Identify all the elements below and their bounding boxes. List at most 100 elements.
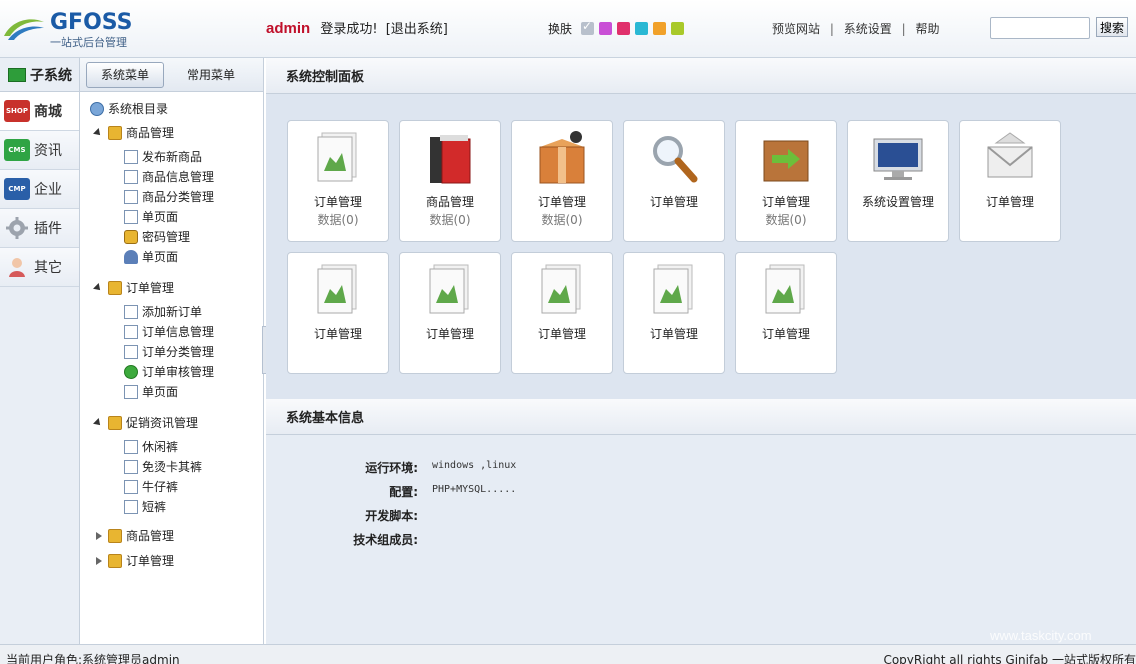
expand-arrow-icon [93, 127, 103, 138]
document-chart-icon [317, 132, 357, 182]
tree-item-label: 短裤 [142, 500, 167, 514]
subsystem-rail: 子系统 SHOP 商城 CMS 资讯 CMP 企业 插件 其它 [0, 58, 80, 644]
skin-swatch-orange[interactable] [653, 22, 667, 35]
dashboard-tile[interactable]: 订单管理 [511, 252, 613, 374]
add-document-icon [124, 149, 138, 164]
tile-title: 订单管理 [649, 195, 698, 209]
rail-item-shop[interactable]: SHOP 商城 [0, 92, 79, 131]
tree-item[interactable]: 商品信息管理 [124, 168, 214, 185]
tile-title: 订单管理 [985, 195, 1034, 209]
folder-icon [108, 280, 122, 295]
tree-item[interactable]: 牛仔裤 [124, 478, 178, 495]
expand-arrow-icon [93, 282, 103, 293]
tile-title: 订单管理 [761, 195, 810, 209]
info-row: 技术组成员: [266, 531, 432, 548]
rail-item-cms[interactable]: CMS 资讯 [0, 131, 79, 170]
tree-group-label: 商品管理 [126, 126, 175, 140]
dashboard-tile[interactable]: 商品管理 数据(0) [399, 120, 501, 242]
help-link[interactable]: 帮助 [915, 22, 939, 36]
logo-swoosh-icon [4, 19, 44, 40]
tree-item[interactable]: 单页面 [124, 383, 178, 400]
page-icon [124, 439, 138, 454]
tree-item[interactable]: 订单信息管理 [124, 323, 214, 340]
tree-item-label: 免烫卡其裤 [142, 460, 203, 474]
tree-item-label: 商品分类管理 [142, 190, 215, 204]
dashboard-tile[interactable]: 系统设置管理 [847, 120, 949, 242]
tree-root[interactable]: 系统根目录 [90, 100, 168, 117]
search-input[interactable] [990, 17, 1090, 39]
rail-item-plugins[interactable]: 插件 [0, 209, 79, 248]
page-icon [124, 459, 138, 474]
tile-title: 订单管理 [313, 195, 362, 209]
skin-swatch-pink[interactable] [617, 22, 631, 35]
rail-item-other[interactable]: 其它 [0, 248, 79, 287]
skin-swatch-grey[interactable] [581, 19, 595, 35]
tree-group[interactable]: 订单管理 [93, 279, 174, 296]
page-icon [124, 384, 138, 399]
rail-item-label: 其它 [34, 260, 62, 276]
preview-site-link[interactable]: 预览网站 [772, 22, 820, 36]
tree-item[interactable]: 短裤 [124, 498, 166, 515]
tree-item[interactable]: 发布新商品 [124, 148, 202, 165]
status-copyright: CopyRight all rights Ginifab 一站式版权所有 [883, 653, 1136, 664]
skin-label: 换肤 [548, 22, 573, 36]
package-arrows-icon [763, 140, 809, 182]
link-separator: | [829, 22, 834, 36]
tree-item[interactable]: 单页面 [124, 208, 178, 225]
skin-swatch-green[interactable] [671, 22, 685, 35]
document-chart-icon [653, 264, 693, 314]
tree-group[interactable]: 商品管理 [93, 124, 175, 141]
dashboard-tile[interactable]: 订单管理 数据(0) [287, 120, 389, 242]
logout-link[interactable]: [退出系统] [386, 22, 448, 37]
tab-common-menu[interactable]: 常用菜单 [172, 62, 250, 88]
tree-item[interactable]: 订单分类管理 [124, 343, 214, 360]
logo: GFOSS 一站式后台管理 [0, 4, 140, 52]
skin-swatch-purple[interactable] [599, 22, 613, 35]
main-content: 系统控制面板 订单管理 数据(0) 商品管理 数据(0) 订单管理 数据(0) … [266, 58, 1136, 645]
top-header: GFOSS 一站式后台管理 admin 登录成功! [退出系统] 换肤 预览网站… [0, 0, 1136, 58]
shop-icon: SHOP [4, 100, 30, 122]
tree-group[interactable]: 促销资讯管理 [93, 414, 198, 431]
tree-item-label: 牛仔裤 [142, 480, 179, 494]
page-icon [124, 479, 138, 494]
search-button[interactable]: 搜索 [1096, 17, 1128, 37]
tree-item-label: 休闲裤 [142, 440, 179, 454]
envelope-icon [987, 132, 1033, 178]
dashboard-tile[interactable]: 订单管理 数据(0) [511, 120, 613, 242]
dashboard-tile[interactable]: 订单管理 数据(0) [735, 120, 837, 242]
expand-arrow-icon [93, 417, 103, 428]
tree-group[interactable]: 商品管理 [96, 527, 174, 544]
tree-item[interactable]: 单页面 [124, 248, 178, 265]
info-row: 配置: PHP+MYSQL..... [266, 483, 516, 500]
folder-icon [108, 415, 122, 430]
monitor-icon [873, 138, 923, 180]
folder-icon [108, 528, 122, 543]
edit-icon [124, 344, 138, 359]
edit-icon [124, 189, 138, 204]
subsystem-header: 子系统 [0, 58, 79, 92]
dashboard-tile[interactable]: 订单管理 [959, 120, 1061, 242]
dashboard-tile[interactable]: 订单管理 [287, 252, 389, 374]
dashboard-tile[interactable]: 订单管理 [735, 252, 837, 374]
tree-group[interactable]: 订单管理 [96, 552, 174, 569]
tree-item[interactable]: 商品分类管理 [124, 188, 214, 205]
dashboard-tile[interactable]: 订单管理 [623, 252, 725, 374]
tree-item[interactable]: 密码管理 [124, 228, 190, 245]
tree-item[interactable]: 订单审核管理 [124, 363, 214, 380]
rail-item-label: 商城 [34, 104, 62, 120]
skin-swatch-cyan[interactable] [635, 22, 649, 35]
user-icon [4, 256, 30, 278]
tab-system-menu[interactable]: 系统菜单 [86, 61, 164, 88]
tile-subtitle: 数据(0) [317, 213, 359, 227]
dashboard-tile[interactable]: 订单管理 [399, 252, 501, 374]
tree-item-label: 添加新订单 [142, 305, 203, 319]
link-separator: | [901, 22, 906, 36]
tree-item[interactable]: 添加新订单 [124, 303, 202, 320]
tile-subtitle: 数据(0) [765, 213, 807, 227]
dashboard-tile[interactable]: 订单管理 [623, 120, 725, 242]
rail-item-company[interactable]: CMP 企业 [0, 170, 79, 209]
system-settings-link[interactable]: 系统设置 [844, 22, 892, 36]
tree-item[interactable]: 休闲裤 [124, 438, 178, 455]
info-key: 技术组成员: [353, 533, 418, 547]
tree-item[interactable]: 免烫卡其裤 [124, 458, 202, 475]
